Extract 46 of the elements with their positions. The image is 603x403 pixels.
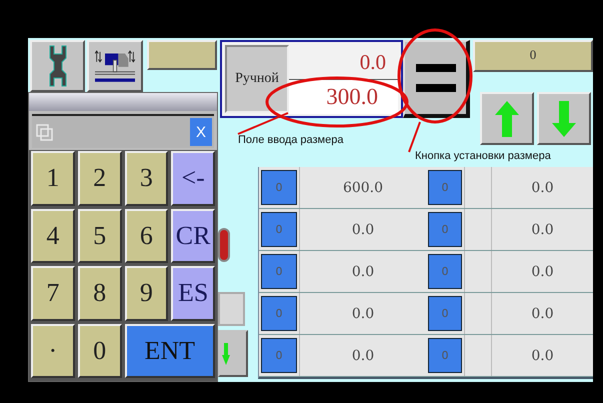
keypad-key[interactable]: 6 [124,208,168,263]
keypad-key[interactable]: CR [171,208,215,263]
keypad-key[interactable]: 7 [31,266,75,320]
keypad-key[interactable]: <- [171,151,215,206]
table-cell: 0.0 [491,335,593,376]
arrow-button[interactable] [218,330,248,377]
leader-line [408,122,421,152]
keypad-key[interactable]: 4 [31,208,75,263]
keypad-key[interactable]: 9 [124,266,168,320]
table-cell: 0.0 [299,251,426,292]
windows-icon [36,124,53,140]
table-cell: 0.0 [299,335,426,376]
keypad-key[interactable]: 8 [78,266,122,320]
set-size-button[interactable] [403,40,470,118]
counter-field: 0 [473,40,593,72]
keypad-key[interactable]: 3 [124,151,168,206]
keypad-key[interactable]: ES [171,266,215,320]
up-button[interactable] [480,92,534,145]
close-button[interactable]: X [190,118,212,146]
arrow-icon [222,342,230,364]
annotation-label: Кнопка установки размера [415,150,551,162]
leader-line [238,112,288,135]
keypad-key[interactable]: ENT [124,324,215,378]
machine-button[interactable] [87,40,143,92]
keypad-key[interactable]: · [31,324,75,378]
table-cell: 0.0 [491,167,593,208]
keypad-key[interactable]: 0 [78,324,122,378]
status-field [147,40,217,70]
keypad-key[interactable]: 2 [78,151,122,206]
table-cell: 0.0 [491,251,593,292]
stop-button[interactable] [218,228,230,262]
down-arrow-icon [552,100,576,136]
keypad-key[interactable]: 1 [31,151,75,206]
annotation-label: Поле ввода размера [238,134,344,146]
wrench-button[interactable] [30,40,85,92]
equals-icon [416,64,456,92]
table-cell: 0.0 [299,209,426,250]
table-cell: 0.0 [491,293,593,334]
up-arrow-icon [495,100,519,136]
table-cell: 600.0 [299,167,426,208]
down-button[interactable] [537,92,591,145]
size-input-field[interactable]: 300.0 [289,80,398,114]
table-cell: 0.0 [491,209,593,250]
mode-button[interactable]: Ручной [225,45,289,113]
table-cell: 0.0 [299,293,426,334]
keypad-key[interactable]: 5 [78,208,122,263]
